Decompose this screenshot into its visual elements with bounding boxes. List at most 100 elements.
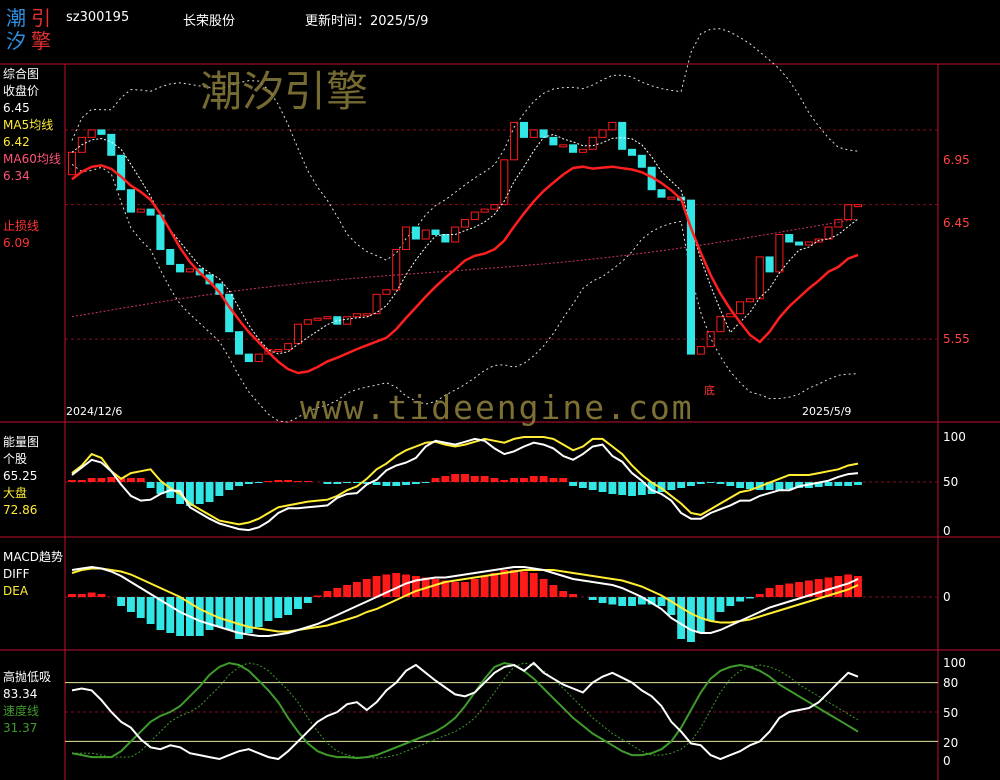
candle xyxy=(470,211,479,221)
legend-speed-label: 速度线 xyxy=(3,704,40,718)
energy-bar xyxy=(500,480,509,482)
macd-bar xyxy=(87,592,96,597)
candle xyxy=(136,208,145,213)
candle xyxy=(667,196,676,200)
macd-bar xyxy=(755,594,764,597)
energy-bar xyxy=(510,478,519,482)
osc-tick-20: 20 xyxy=(943,736,959,750)
energy-bar xyxy=(726,482,735,486)
energy-bar xyxy=(480,476,489,482)
macd-bar xyxy=(510,570,519,597)
energy-bar xyxy=(235,482,243,486)
watermark-url: www.tideengine.com xyxy=(300,388,694,427)
energy-bar xyxy=(421,482,430,483)
macd-bar xyxy=(677,597,686,639)
macd-bar xyxy=(687,597,695,642)
energy-bar xyxy=(618,482,627,495)
candle xyxy=(755,256,764,300)
legend-ma5-label: MA5均线 xyxy=(3,118,54,132)
energy-bar xyxy=(549,478,558,482)
energy-bar xyxy=(667,482,676,490)
macd-bar xyxy=(529,573,538,597)
macd-bar xyxy=(745,597,754,599)
macd-bar xyxy=(284,597,293,615)
candle xyxy=(87,129,96,138)
legend-stop-label: 止损线 xyxy=(3,219,40,233)
x-label-start: 2024/12/6 xyxy=(66,405,123,418)
energy-bar xyxy=(97,478,106,482)
x-label-end: 2025/5/9 xyxy=(802,405,852,418)
macd-bar xyxy=(166,597,175,633)
energy-bar xyxy=(264,481,273,482)
osc-tick-50: 50 xyxy=(943,706,959,720)
osc-panel-title: 高抛低吸 xyxy=(3,670,52,684)
macd-bar xyxy=(549,585,558,597)
candle xyxy=(549,136,558,146)
energy-bar xyxy=(745,482,754,489)
osc-tick-80: 80 xyxy=(943,676,959,690)
candle xyxy=(588,136,597,150)
candle xyxy=(765,256,774,273)
candle xyxy=(352,313,361,318)
energy-tick-100: 100 xyxy=(943,430,966,444)
macd-bar xyxy=(628,597,636,606)
legend-stock-value: 65.25 xyxy=(3,469,38,483)
candle xyxy=(146,208,155,216)
energy-bar xyxy=(677,482,686,488)
candle xyxy=(176,263,185,273)
candle xyxy=(254,353,263,363)
candle xyxy=(126,189,135,213)
energy-bar xyxy=(402,482,410,485)
macd-bar xyxy=(294,597,302,609)
candle xyxy=(107,133,116,156)
watermark-brand: 潮汐引擎 xyxy=(200,67,369,116)
energy-bar xyxy=(608,482,617,494)
energy-bar xyxy=(87,478,96,482)
energy-tick-0: 0 xyxy=(943,524,951,538)
macd-bar xyxy=(264,597,273,621)
macd-bar xyxy=(176,597,185,636)
macd-bar xyxy=(303,597,312,603)
candle xyxy=(303,319,312,325)
candle xyxy=(313,317,322,321)
candle xyxy=(117,154,126,191)
candle xyxy=(421,229,430,240)
candle xyxy=(637,154,646,168)
candle xyxy=(578,148,587,153)
energy-bar xyxy=(352,482,361,483)
energy-bar xyxy=(146,482,155,488)
candle xyxy=(480,208,489,213)
candle xyxy=(490,204,499,210)
candle xyxy=(657,189,666,198)
candle xyxy=(627,148,637,156)
candle xyxy=(441,234,450,243)
macd-bar xyxy=(254,597,263,627)
legend-white-value: 83.34 xyxy=(3,687,38,701)
legend-stop-value: 6.09 xyxy=(3,236,30,250)
legend-speed-value: 31.37 xyxy=(3,721,38,735)
macd-bar xyxy=(765,588,774,597)
energy-bar xyxy=(215,482,224,496)
macd-bar xyxy=(618,597,627,606)
candle xyxy=(853,204,863,208)
energy-bar xyxy=(254,482,263,483)
macd-bar xyxy=(333,588,342,597)
energy-bar xyxy=(451,474,460,482)
candle xyxy=(785,234,794,243)
legend-diff-label: DIFF xyxy=(3,567,30,581)
energy-bar xyxy=(372,482,381,485)
energy-bar xyxy=(559,478,568,482)
energy-bar xyxy=(303,481,312,482)
candle xyxy=(824,226,833,240)
speed-line xyxy=(71,661,859,760)
energy-bar xyxy=(706,482,715,483)
legend-close-value: 6.45 xyxy=(3,101,30,115)
lower-band xyxy=(71,163,859,423)
energy-bar xyxy=(775,482,784,490)
candle xyxy=(569,144,578,153)
energy-bar xyxy=(490,478,499,482)
energy-bar xyxy=(834,482,843,486)
energy-bar xyxy=(392,482,401,486)
macd-bar xyxy=(795,582,803,597)
energy-bar xyxy=(136,478,145,482)
